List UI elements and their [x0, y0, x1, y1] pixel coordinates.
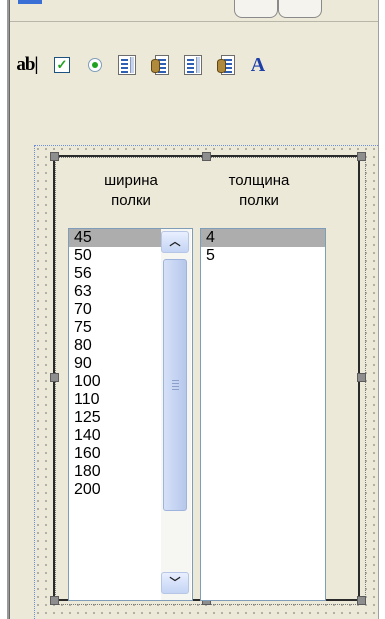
top-tab-1[interactable]: [234, 0, 278, 18]
scroll-thumb[interactable]: [163, 259, 187, 511]
top-tab-2[interactable]: [278, 0, 322, 18]
list-item[interactable]: 160: [69, 445, 161, 463]
form-designer-window: ab| ✓ A ширина полки толщина полки 45 50…: [0, 0, 385, 619]
list-item[interactable]: 70: [69, 301, 161, 319]
list-item[interactable]: 90: [69, 355, 161, 373]
resize-handle-top-right[interactable]: [357, 152, 366, 161]
window-right-edge: [378, 0, 385, 619]
width-scrollbar[interactable]: ︿ ﹀: [161, 229, 191, 600]
thickness-column-label: толщина полки: [228, 172, 290, 209]
controls-toolbox: ab| ✓ A: [10, 22, 378, 122]
listbox-tool[interactable]: [115, 53, 139, 77]
scroll-down-button[interactable]: ﹀: [161, 572, 189, 594]
combobox-tool-2[interactable]: [214, 53, 238, 77]
combobox-icon: [217, 55, 235, 75]
textbox-tool[interactable]: ab|: [10, 53, 44, 77]
list-item[interactable]: 50: [69, 247, 161, 265]
listbox-icon: [118, 55, 136, 75]
radio-button-icon: [88, 58, 102, 72]
list-item[interactable]: 63: [69, 283, 161, 301]
resize-handle-bottom-left[interactable]: [50, 596, 59, 605]
list-item[interactable]: 45: [69, 229, 161, 247]
chevron-down-icon: ﹀: [169, 576, 181, 589]
list-item[interactable]: 110: [69, 391, 161, 409]
window-left-border: [0, 0, 10, 619]
list-item[interactable]: 56: [69, 265, 161, 283]
resize-handle-bottom-right[interactable]: [357, 596, 366, 605]
checkbox-tool[interactable]: ✓: [50, 53, 74, 77]
list-item[interactable]: 200: [69, 481, 161, 499]
top-tab-highlight: [18, 0, 42, 4]
listbox-icon: [184, 55, 202, 75]
radio-button-tool[interactable]: [83, 53, 107, 77]
label-tool[interactable]: A: [246, 53, 270, 77]
combobox-tool[interactable]: [148, 53, 172, 77]
list-item[interactable]: 140: [69, 427, 161, 445]
list-item[interactable]: 5: [201, 247, 325, 265]
resize-handle-left[interactable]: [50, 373, 59, 382]
thickness-list-items: 45: [201, 229, 325, 265]
combobox-icon: [151, 55, 169, 75]
list-item[interactable]: 100: [69, 373, 161, 391]
scroll-up-button[interactable]: ︿: [161, 231, 189, 253]
width-column-label: ширина полки: [104, 172, 158, 209]
list-item[interactable]: 125: [69, 409, 161, 427]
thickness-listbox[interactable]: 45: [200, 228, 326, 601]
list-item[interactable]: 180: [69, 463, 161, 481]
textbox-icon: ab|: [16, 54, 38, 75]
width-listbox[interactable]: 45 50 56 63 70 75 80 90 100 110 125 140 160 180 200 ︿ …: [68, 228, 193, 601]
listbox-tool-2[interactable]: [181, 53, 205, 77]
label-icon: A: [250, 53, 266, 76]
list-item[interactable]: 80: [69, 337, 161, 355]
checkbox-icon: ✓: [54, 57, 70, 73]
chevron-up-icon: ︿: [169, 235, 181, 248]
list-item[interactable]: 4: [201, 229, 325, 247]
resize-handle-top[interactable]: [202, 152, 211, 161]
resize-handle-top-left[interactable]: [50, 152, 59, 161]
top-toolbar-strip: [10, 0, 378, 22]
list-item[interactable]: 75: [69, 319, 161, 337]
resize-handle-right[interactable]: [357, 373, 366, 382]
